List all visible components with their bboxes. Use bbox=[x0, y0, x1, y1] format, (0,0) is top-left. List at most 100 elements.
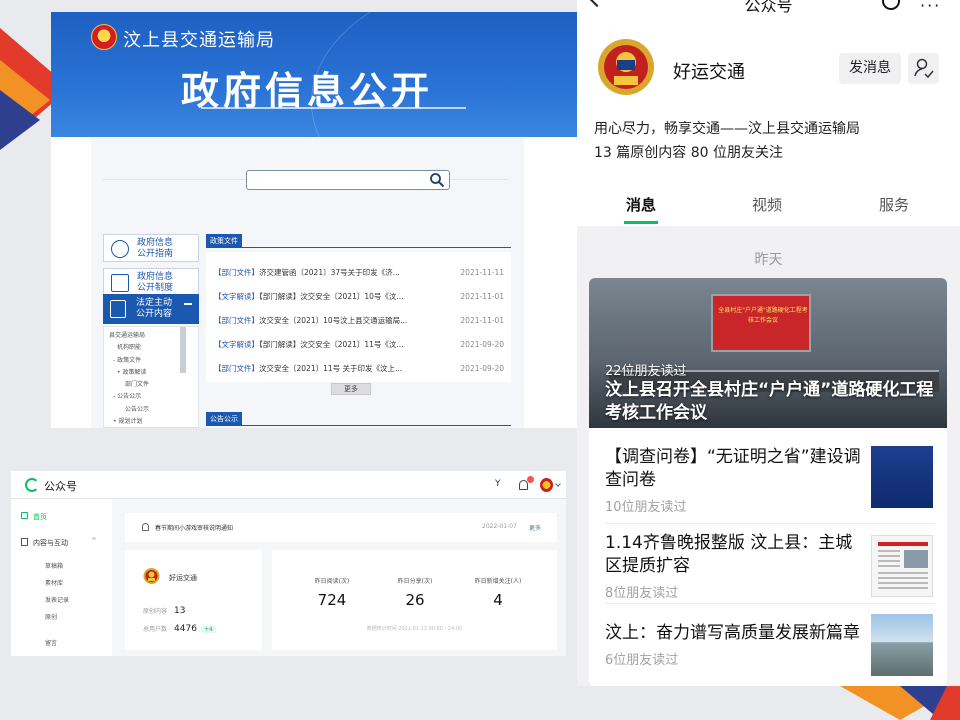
list-item[interactable]: 【部门文件】济交建管函〔2021〕37号关于印发《济... 2021-11-11 bbox=[214, 268, 504, 278]
hero-article[interactable]: 全县村庄"户户通"道路硬化工程考核工作会议 22位朋友读过 汶上县召开全县村庄“… bbox=[589, 278, 947, 428]
compass-icon bbox=[111, 240, 129, 258]
doc-tag[interactable]: 【文字解读】 bbox=[214, 292, 259, 301]
search-input[interactable] bbox=[246, 170, 450, 190]
chevron-down-icon[interactable] bbox=[555, 481, 561, 487]
sidebar-item-label: 公开指南 bbox=[137, 249, 174, 259]
stat-value: 13 bbox=[174, 606, 186, 616]
doc-date: 2021-11-11 bbox=[460, 268, 504, 277]
tree-scrollbar[interactable] bbox=[180, 327, 186, 373]
hero-reads: 22位朋友读过 bbox=[605, 364, 687, 379]
notice-date: 2022-01-07 bbox=[482, 523, 517, 530]
daily-stats-card: 昨日阅读(次) 724 昨日分享(次) 26 昨日新增关注(人) 4 数据统计时间 2… bbox=[272, 550, 557, 650]
article-thumbnail[interactable] bbox=[871, 614, 933, 676]
tree-item[interactable]: • 规划计划 bbox=[109, 416, 188, 427]
list-item[interactable]: 【文字解读】【部门解读】汶交安全〔2021〕11号《汶... 2021-09-20 bbox=[214, 340, 504, 350]
stat-value: 4476 bbox=[174, 624, 197, 634]
list-item[interactable]: 汶上：奋力谱写高质量发展新篇章 6位朋友读过 bbox=[605, 622, 863, 668]
notice-bar: 春节期间小游戏审核说明通知 2022-01-07 更多 bbox=[125, 513, 557, 542]
tree-item[interactable]: 机构职能 bbox=[109, 342, 188, 354]
account-avatar[interactable] bbox=[597, 36, 655, 98]
clipboard-icon bbox=[110, 300, 126, 318]
doc-tag[interactable]: 【部门文件】 bbox=[214, 268, 259, 277]
follow-button[interactable] bbox=[908, 53, 939, 84]
sidebar-item-label: 政府信息 bbox=[137, 238, 174, 248]
article-thumbnail[interactable] bbox=[871, 535, 933, 597]
search-icon[interactable] bbox=[429, 172, 445, 188]
total-users-stat: 总用户数 4476 +4 bbox=[143, 624, 216, 634]
doc-title[interactable]: 汶交安全〔2021〕10号汶上县交通运输局... bbox=[259, 316, 407, 325]
list-item[interactable]: 【调查问卷】“无证明之省”建设调查问卷 10位朋友读过 bbox=[605, 446, 863, 515]
list-item[interactable]: 【文字解读】【部门解读】汶交安全〔2021〕10号《汶... 2021-11-01 bbox=[214, 292, 504, 302]
doc-title[interactable]: 济交建管函〔2021〕37号关于印发《济... bbox=[259, 268, 400, 277]
doc-date: 2021-11-01 bbox=[460, 292, 504, 301]
more-button[interactable]: 更多 bbox=[331, 383, 371, 395]
article-reads: 10位朋友读过 bbox=[605, 500, 687, 515]
nav-subitem-original[interactable]: 原创 bbox=[45, 612, 57, 621]
article-title[interactable]: 汶上：奋力谱写高质量发展新篇章 bbox=[605, 622, 863, 645]
home-icon bbox=[21, 512, 28, 519]
notice-section-tab[interactable]: 公告公示 bbox=[206, 412, 242, 426]
tree-item[interactable]: - 公告公示 bbox=[109, 391, 188, 403]
doc-tag[interactable]: 【部门文件】 bbox=[214, 316, 259, 325]
account-avatar bbox=[143, 568, 160, 584]
avatar[interactable] bbox=[540, 478, 553, 492]
doc-date: 2021-11-01 bbox=[460, 316, 504, 325]
tree-item[interactable]: 部门文件 bbox=[109, 379, 188, 391]
document-list-icon bbox=[111, 274, 129, 292]
date-label: 昨天 bbox=[754, 252, 783, 268]
tool-icon[interactable]: Y bbox=[495, 479, 501, 489]
doc-title[interactable]: 【部门解读】汶交安全〔2021〕10号《汶... bbox=[259, 292, 404, 301]
policy-section-tab[interactable]: 政策文件 bbox=[206, 234, 242, 248]
account-stats: 13 篇原创内容 80 位朋友关注 bbox=[594, 145, 783, 161]
stat-new-followers: 昨日新增关注(人) 4 bbox=[458, 576, 538, 609]
notice-text[interactable]: 春节期间小游戏审核说明通知 bbox=[155, 523, 233, 532]
sidebar-item-guide[interactable]: 政府信息 公开指南 bbox=[103, 234, 199, 262]
sidebar-item-system[interactable]: 政府信息 公开制度 bbox=[103, 268, 199, 296]
nav-subitem-library[interactable]: 素材库 bbox=[45, 578, 63, 587]
tab-services[interactable]: 服务 bbox=[879, 194, 909, 215]
list-item[interactable]: 【部门文件】汶交安全〔2021〕10号汶上县交通运输局... 2021-11-01 bbox=[214, 316, 504, 326]
doc-date: 2021-09-20 bbox=[460, 340, 504, 349]
account-name: 好运交通 bbox=[169, 574, 197, 582]
more-icon[interactable]: ··· bbox=[920, 0, 941, 15]
account-description[interactable]: 用心尽力，畅享交通——汶上县交通运输局 bbox=[594, 118, 860, 138]
stat-label: 昨日分享(次) bbox=[397, 578, 433, 585]
tree-item[interactable]: • 政策解读 bbox=[109, 367, 188, 379]
active-tab-indicator bbox=[624, 221, 658, 224]
doc-tag[interactable]: 【文字解读】 bbox=[214, 340, 259, 349]
notice-section-header: 公告公示 bbox=[206, 412, 511, 426]
article-thumbnail[interactable] bbox=[871, 446, 933, 508]
tree-item[interactable]: 县交通运输局 bbox=[109, 330, 188, 342]
nav-item-content[interactable]: 内容与互动 bbox=[33, 538, 68, 548]
list-item[interactable]: 【部门文件】汶交安全〔2021〕11号 关于印发《汶上... 2021-09-20 bbox=[214, 364, 504, 374]
tab-messages[interactable]: 消息 bbox=[626, 194, 656, 215]
sidebar-item-label: 公开制度 bbox=[137, 283, 174, 293]
chevron-up-icon[interactable]: ^ bbox=[91, 537, 97, 545]
article-card: 全县村庄"户户通"道路硬化工程考核工作会议 22位朋友读过 汶上县召开全县村庄“… bbox=[589, 278, 947, 686]
send-message-button[interactable]: 发消息 bbox=[839, 53, 901, 84]
nav-item-home[interactable]: 首页 bbox=[33, 512, 47, 522]
wechat-profile-panel: 公众号 ··· 好运交通 发消息 用心尽力，畅享交通——汶上县交通运输局 13 … bbox=[577, 0, 960, 686]
sidebar-item-label: 公开内容 bbox=[136, 309, 173, 319]
stat-value: 4 bbox=[493, 591, 503, 609]
account-name: 好运交通 bbox=[673, 62, 745, 83]
article-title[interactable]: 【调查问卷】“无证明之省”建设调查问卷 bbox=[605, 446, 863, 492]
nav-subitem-drafts[interactable]: 草稿箱 bbox=[45, 561, 63, 570]
doc-title[interactable]: 汶交安全〔2021〕11号 关于印发《汶上... bbox=[259, 364, 402, 373]
doc-tag[interactable]: 【部门文件】 bbox=[214, 364, 259, 373]
tree-item[interactable]: - 政策文件 bbox=[109, 355, 188, 367]
tree-item[interactable]: 公告公示 bbox=[109, 404, 188, 416]
bell-icon bbox=[142, 523, 149, 531]
tab-videos[interactable]: 视频 bbox=[752, 194, 782, 215]
article-reads: 8位朋友读过 bbox=[605, 586, 679, 601]
stat-value: 724 bbox=[317, 591, 347, 609]
list-item[interactable]: 1.14齐鲁晚报整版 汶上县：主城区提质扩容 8位朋友读过 bbox=[605, 532, 863, 601]
nav-item-comments[interactable]: 留言 bbox=[45, 638, 57, 647]
notice-more-link[interactable]: 更多 bbox=[529, 523, 541, 532]
sidebar-item-statutory[interactable]: 法定主动 公开内容 bbox=[103, 294, 199, 324]
hero-title[interactable]: 汶上县召开全县村庄“户户通”道路硬化工程考核工作会议 bbox=[605, 379, 945, 425]
doc-title[interactable]: 【部门解读】汶交安全〔2021〕11号《汶... bbox=[259, 340, 404, 349]
article-title[interactable]: 1.14齐鲁晚报整版 汶上县：主城区提质扩容 bbox=[605, 532, 863, 578]
nav-subitem-published[interactable]: 发表记录 bbox=[45, 595, 69, 604]
collapse-icon[interactable] bbox=[184, 303, 192, 305]
